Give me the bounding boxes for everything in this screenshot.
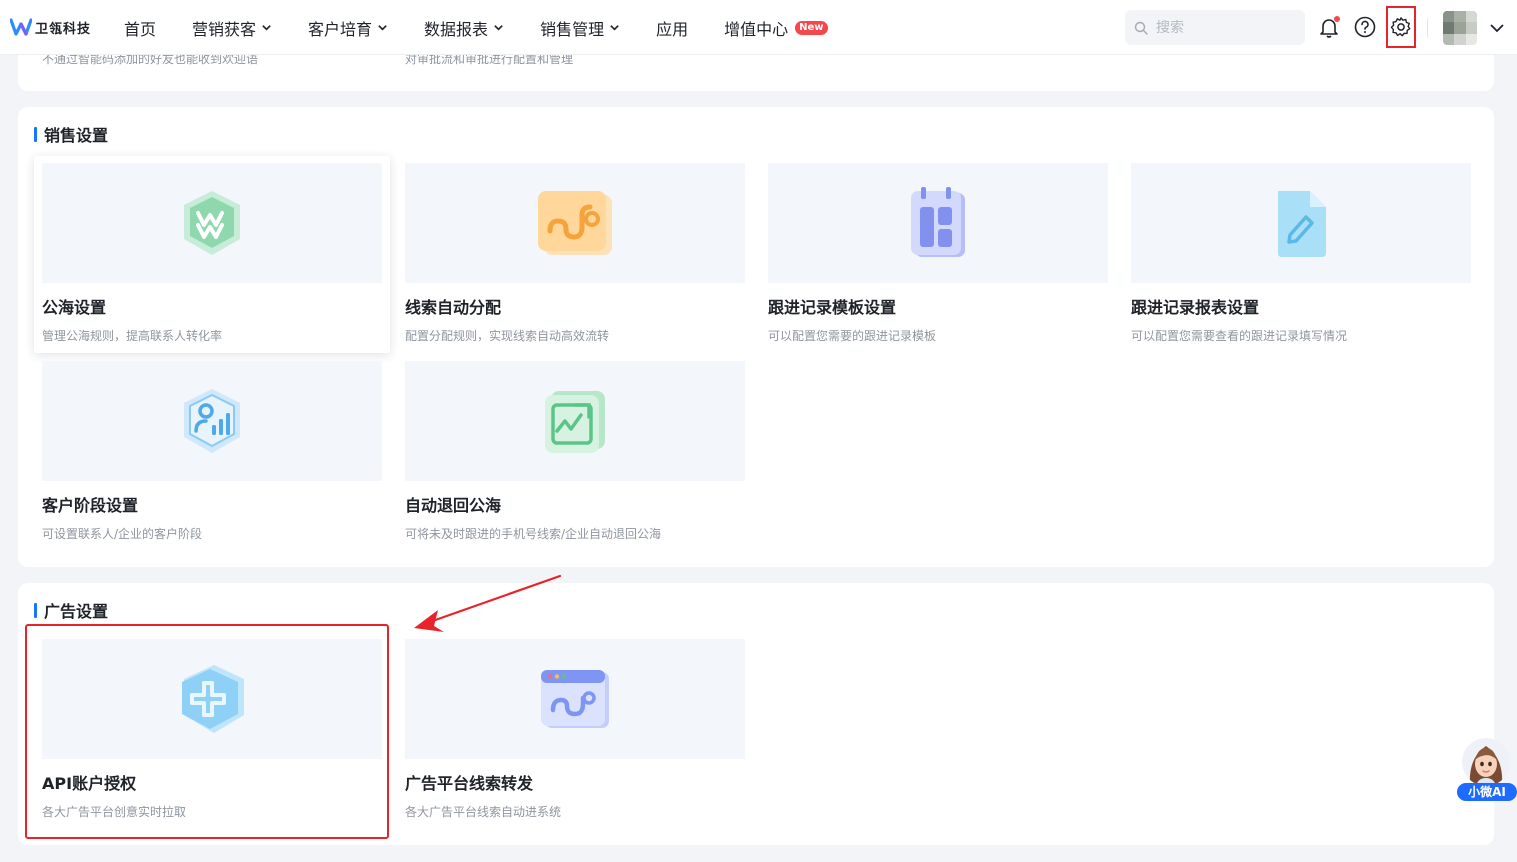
setting-item-followup-template[interactable]: 跟进记录模板设置 可以配置您需要的跟进记录模板 (768, 163, 1108, 347)
chevron-down-icon (610, 25, 619, 31)
item-name: 公海设置 (42, 298, 107, 317)
item-thumbnail (42, 639, 382, 759)
nav-item-label: 首页 (124, 19, 157, 39)
setting-item-followup-report[interactable]: 跟进记录报表设置 可以配置您需要查看的跟进记录填写情况 (1131, 163, 1471, 347)
user-avatar[interactable] (1443, 11, 1477, 45)
item-description: 可将未及时跟进的手机号线索/企业自动退回公海 (405, 527, 662, 541)
item-thumbnail (405, 163, 745, 283)
item-thumbnail (768, 163, 1108, 283)
section-title: 销售设置 (34, 124, 109, 145)
ad-settings-card: 广告设置 API账户授权 各大广告平台创意实时拉取 广告平台线索转发 各大广告平… (18, 583, 1494, 845)
search-input[interactable] (1156, 19, 1286, 36)
item-description: 各大广告平台线索自动进系统 (405, 805, 562, 819)
item-thumbnail (42, 163, 382, 283)
nav-item-marketing[interactable]: 营销获客 (192, 16, 272, 40)
ad-lead-forward-icon (541, 670, 609, 728)
item-name: API账户授权 (42, 774, 137, 793)
new-badge: New (795, 20, 828, 35)
help-icon (1354, 16, 1376, 38)
item-name: 自动退回公海 (405, 496, 502, 515)
chevron-down-icon (494, 25, 503, 31)
nav-item-sales[interactable]: 销售管理 (540, 16, 620, 40)
chevron-down-icon[interactable] (1489, 20, 1505, 36)
setting-item-public-sea[interactable]: 公海设置 管理公海规则，提高联系人转化率 (34, 156, 390, 353)
item-description: 可设置联系人/企业的客户阶段 (42, 527, 203, 541)
ai-avatar (1462, 738, 1510, 786)
public-sea-icon (184, 191, 240, 255)
ai-assistant-button[interactable]: 小微AI (1457, 738, 1517, 802)
item-name: 跟进记录模板设置 (768, 298, 897, 317)
nav-item-nurture[interactable]: 客户培育 (308, 16, 388, 40)
item-name: 广告平台线索转发 (405, 774, 534, 793)
notification-button[interactable] (1317, 15, 1341, 39)
item-name: 线索自动分配 (405, 298, 502, 317)
help-button[interactable] (1353, 15, 1377, 39)
nav-item-apps[interactable]: 应用 (656, 16, 688, 40)
nav-item-label: 客户培育 (308, 19, 373, 39)
section-title-text: 广告设置 (44, 602, 109, 621)
brand-logo[interactable]: 卫瓴科技 (10, 17, 91, 37)
item-description: 配置分配规则，实现线索自动高效流转 (405, 329, 610, 343)
item-thumbnail (405, 361, 745, 481)
chevron-down-icon (378, 25, 387, 31)
top-navigation-bar: 卫瓴科技 首页 营销获客 客户培育 数据报表 销售管理 应用 增值中心 New (0, 0, 1517, 55)
chevron-down-icon (262, 25, 271, 31)
item-description: 管理公海规则，提高联系人转化率 (42, 329, 223, 343)
nav-item-label: 数据报表 (424, 19, 489, 39)
item-name: 跟进记录报表设置 (1131, 298, 1260, 317)
item-description: 各大广告平台创意实时拉取 (42, 805, 187, 819)
setting-item-api-auth[interactable]: API账户授权 各大广告平台创意实时拉取 (42, 639, 382, 823)
logo-text: 卫瓴科技 (35, 21, 92, 37)
search-box[interactable] (1125, 10, 1305, 45)
ai-avatar-icon (1469, 746, 1503, 786)
lead-flow-icon (538, 191, 612, 255)
logo-mark-icon (10, 18, 32, 36)
item-thumbnail (42, 361, 382, 481)
settings-gear-icon (1390, 17, 1411, 37)
document-edit-icon (1278, 191, 1326, 257)
item-thumbnail (1131, 163, 1471, 283)
setting-item-lead-auto-assign[interactable]: 线索自动分配 配置分配规则，实现线索自动高效流转 (405, 163, 745, 347)
sales-settings-card: 销售设置 公海设置 管理公海规则，提高联系人转化率 线索自动分配 配置分配规则，… (18, 107, 1494, 567)
search-icon (1134, 21, 1148, 35)
api-auth-icon (182, 665, 244, 733)
nav-item-label: 增值中心 (724, 19, 789, 39)
nav-item-home[interactable]: 首页 (124, 16, 156, 40)
setting-item-customer-stage[interactable]: 客户阶段设置 可设置联系人/企业的客户阶段 (42, 361, 382, 545)
item-description: 可以配置您需要查看的跟进记录填写情况 (1131, 329, 1348, 343)
item-name: 客户阶段设置 (42, 496, 139, 515)
nav-item-value-center[interactable]: 增值中心 New (724, 16, 828, 40)
section-title-text: 销售设置 (44, 126, 109, 145)
setting-item-ad-lead-forward[interactable]: 广告平台线索转发 各大广告平台线索自动进系统 (405, 639, 745, 823)
notification-dot (1334, 16, 1340, 22)
header-divider (1427, 18, 1428, 38)
nav-item-reports[interactable]: 数据报表 (424, 16, 504, 40)
main-nav: 首页 营销获客 客户培育 数据报表 销售管理 应用 增值中心 New (124, 0, 864, 55)
customer-stage-icon (184, 389, 240, 453)
calendar-template-icon (911, 187, 965, 257)
nav-item-label: 应用 (656, 19, 689, 39)
setting-item-auto-return[interactable]: 自动退回公海 可将未及时跟进的手机号线索/企业自动退回公海 (405, 361, 745, 545)
auto-return-icon (545, 391, 605, 453)
section-title: 广告设置 (34, 600, 109, 621)
settings-button[interactable] (1386, 6, 1416, 48)
item-thumbnail (405, 639, 745, 759)
nav-item-label: 销售管理 (540, 19, 605, 39)
item-description: 可以配置您需要的跟进记录模板 (768, 329, 937, 343)
nav-item-label: 营销获客 (192, 19, 257, 39)
ai-assistant-label: 小微AI (1457, 783, 1517, 801)
